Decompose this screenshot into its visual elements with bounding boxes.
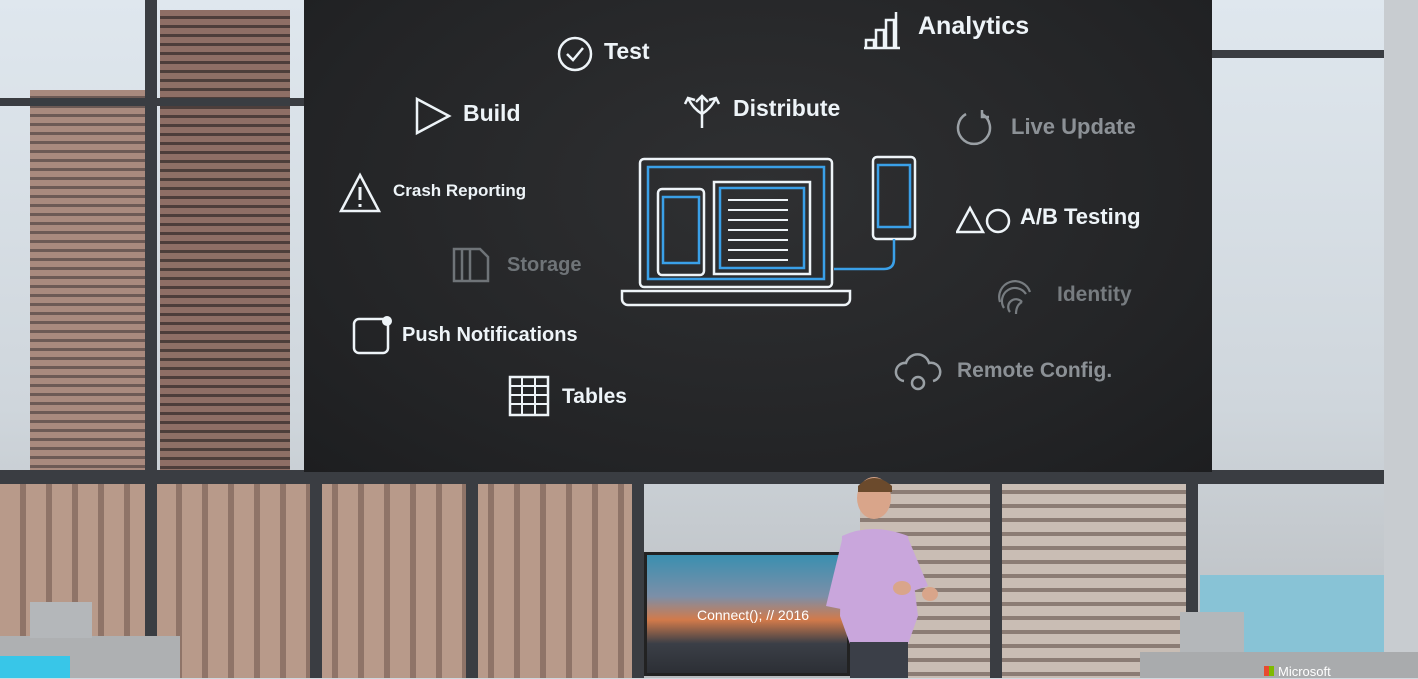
window-frame: [310, 484, 322, 678]
cloud-gear-icon: [894, 353, 942, 391]
devices-illustration: [620, 155, 917, 307]
microsoft-logo-text: Microsoft: [1278, 664, 1331, 679]
laptop-on-desk: [30, 602, 92, 638]
laptop-on-podium: [1180, 612, 1244, 652]
distribute-arrows-icon: [683, 94, 721, 128]
window-frame: [990, 484, 1002, 678]
feature-storage: Storage: [507, 254, 582, 276]
window-frame: [145, 0, 157, 678]
building: [30, 90, 150, 530]
warning-icon: [338, 172, 382, 213]
building: [160, 10, 290, 530]
stage-tv-screen: Connect(); // 2016: [644, 552, 850, 676]
feature-identity: Identity: [1057, 283, 1132, 306]
tv-text: Connect(); // 2016: [697, 607, 810, 623]
window-frame: [1384, 0, 1418, 678]
fingerprint-icon: [998, 280, 1032, 315]
presenter-person: [826, 477, 938, 678]
feature-remote-config: Remote Config.: [957, 359, 1113, 382]
bar-chart-icon: [864, 12, 900, 50]
window-frame: [0, 470, 1418, 484]
storage-icon: [452, 247, 490, 283]
feature-distribute: Distribute: [733, 95, 841, 121]
screen-light: [0, 656, 70, 678]
window-frame: [466, 484, 478, 678]
notification-icon: [352, 316, 392, 355]
microsoft-logo: Microsoft: [1264, 664, 1331, 679]
feature-analytics: Analytics: [918, 12, 1030, 40]
window-frame: [1212, 50, 1388, 58]
feature-crash-reporting: Crash Reporting: [393, 181, 527, 200]
shapes-icon: [956, 205, 1011, 234]
refresh-icon: [956, 110, 992, 146]
feature-live-update: Live Update: [1011, 114, 1136, 139]
feature-build: Build: [463, 100, 521, 126]
table-grid-icon: [508, 375, 550, 417]
feature-test: Test: [604, 38, 650, 64]
window-frame: [632, 484, 644, 678]
check-circle-icon: [557, 36, 593, 72]
feature-ab-testing: A/B Testing: [1020, 204, 1141, 229]
play-icon: [415, 96, 452, 136]
feature-push-notifications: Push Notifications: [402, 324, 578, 346]
feature-tables: Tables: [562, 385, 627, 408]
